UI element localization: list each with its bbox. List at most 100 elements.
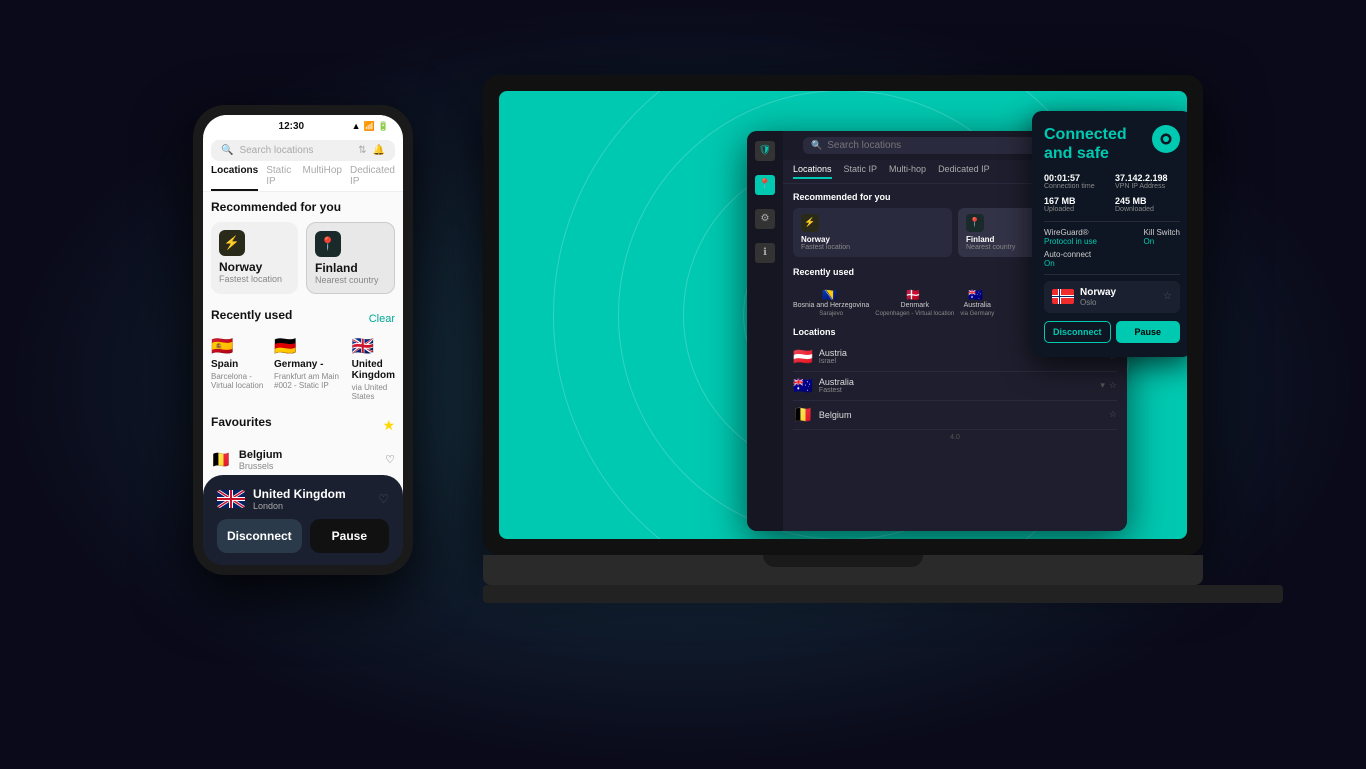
phone-tab-multihop[interactable]: MultiHop — [303, 165, 342, 191]
desktop-rec-norway-sub: Fastest location — [801, 244, 944, 251]
phone-search-bar[interactable]: 🔍 Search locations ⇅ 🔔 — [211, 140, 395, 161]
connected-location-name: Norway — [1080, 287, 1116, 298]
belgium-flag-icon: 🇧🇪 — [793, 405, 813, 425]
denmark-flag: 🇩🇰 — [906, 288, 924, 300]
location-star-icon[interactable]: ☆ — [1163, 291, 1172, 302]
phone-recent-spain[interactable]: 🇪🇸 Spain Barcelona - Virtual location — [211, 336, 264, 401]
phone-fav-belgium-name: Belgium — [239, 449, 282, 461]
phone-connected-location-name: United Kingdom — [253, 487, 346, 501]
australia-star-icon[interactable]: ☆ — [1109, 380, 1117, 391]
protocol-label-text: Protocol in use — [1044, 237, 1097, 246]
downloaded-label: Downloaded — [1115, 206, 1180, 213]
phone-recent-spain-sub: Barcelona - Virtual location — [211, 372, 264, 390]
desktop-recent-australia[interactable]: 🇦🇺 Australia via Germany — [960, 288, 994, 317]
desktop-tab-dedicatedip[interactable]: Dedicated IP — [938, 164, 990, 179]
laptop-screen: 🛡 📍 ⚙ ℹ — [483, 75, 1203, 555]
desktop-tab-locations[interactable]: Locations — [793, 164, 832, 179]
phone-sort-icon[interactable]: ⇅ — [358, 145, 366, 156]
phone-fav-belgium-sub: Brussels — [239, 461, 282, 471]
phone-search-actions: ⇅ 🔔 — [358, 145, 385, 156]
phone-content: Recommended for you ⚡ Norway Fastest loc… — [203, 192, 403, 517]
phone-recent-uk[interactable]: 🇬🇧 United Kingdom via United States — [352, 336, 395, 401]
sidebar-icon-info[interactable]: ℹ — [755, 243, 775, 263]
desktop-tab-multihop[interactable]: Multi-hop — [889, 164, 926, 179]
desktop-pause-button[interactable]: Pause — [1116, 321, 1181, 343]
phone-fav-title: Favourites — [211, 415, 272, 429]
stats-grid: 00:01:57 Connection time 37.142.2.198 VP… — [1044, 173, 1180, 213]
connection-time-stat: 00:01:57 Connection time — [1044, 173, 1109, 190]
sidebar-icon-shield[interactable]: 🛡 — [755, 141, 775, 161]
phone-recent-header: Recently used Clear — [211, 308, 395, 330]
phone-connected-location-info: United Kingdom London — [253, 487, 346, 511]
desktop-location-belgium[interactable]: 🇧🇪 Belgium ☆ — [793, 401, 1117, 430]
laptop-foot — [483, 585, 1283, 603]
phone-body: 12:30 ▲ 📶 🔋 🔍 Search locations ⇅ 🔔 — [193, 105, 413, 575]
connection-time-label: Connection time — [1044, 183, 1109, 190]
desktop-disconnect-button[interactable]: Disconnect — [1044, 321, 1111, 343]
phone-fav-header: Favourites ★ — [211, 415, 395, 437]
sidebar-icon-location[interactable]: 📍 — [755, 175, 775, 195]
uploaded-label: Uploaded — [1044, 206, 1109, 213]
phone-pin-icon: 📍 — [315, 231, 341, 257]
phone-connected-location-sub: London — [253, 501, 346, 511]
norway-flag-icon — [1052, 289, 1074, 304]
vpn-ip-label: VPN IP Address — [1115, 183, 1180, 190]
scene: 🛡 📍 ⚙ ℹ — [133, 45, 1233, 725]
austria-name: Austria — [819, 348, 847, 358]
phone-recommended-grid: ⚡ Norway Fastest location 📍 Finland Near… — [211, 222, 395, 294]
phone-status-bar: 12:30 ▲ 📶 🔋 — [203, 115, 403, 136]
desktop-location-australia-info: Australia Fastest — [819, 377, 854, 394]
downloaded-stat: 245 MB Downloaded — [1115, 196, 1180, 213]
pin-icon: 📍 — [966, 214, 984, 232]
battery-icon: 🔋 — [378, 121, 389, 132]
phone-recent-germany[interactable]: 🇩🇪 Germany - Frankfurt am Main #002 - St… — [274, 336, 342, 401]
phone-tab-staticip[interactable]: Static IP — [266, 165, 294, 191]
vpn-ip-stat: 37.142.2.198 VPN IP Address — [1115, 173, 1180, 190]
phone-tab-locations[interactable]: Locations — [211, 165, 258, 191]
connection-time-value: 00:01:57 — [1044, 173, 1109, 183]
laptop: 🛡 📍 ⚙ ℹ — [483, 75, 1203, 655]
phone-tab-dedicatedip[interactable]: Dedicated IP — [350, 165, 395, 191]
laptop-base — [483, 555, 1203, 585]
autoconnect-name: Auto-connect — [1044, 250, 1091, 259]
desktop-location-belgium-left: 🇧🇪 Belgium — [793, 405, 851, 425]
desktop-recent-australia-sub: via Germany — [960, 311, 994, 317]
phone-rec-finland[interactable]: 📍 Finland Nearest country — [306, 222, 395, 294]
desktop-rec-norway[interactable]: ⚡ Norway Fastest location — [793, 208, 952, 257]
bosnia-flag: 🇧🇦 — [822, 288, 840, 300]
connected-action-buttons: Disconnect Pause — [1044, 321, 1180, 343]
phone-bell-icon[interactable]: 🔔 — [373, 145, 385, 156]
australia-flag: 🇦🇺 — [968, 288, 986, 300]
australia-flag-icon2: 🇦🇺 — [793, 376, 813, 396]
phone-search-placeholder: Search locations — [239, 145, 313, 156]
desktop-recent-bosnia[interactable]: 🇧🇦 Bosnia and Herzegovina Sarajevo — [793, 288, 869, 317]
connected-title: Connectedand safe — [1044, 125, 1127, 163]
phone-clear-btn[interactable]: Clear — [369, 313, 395, 325]
desktop-location-austria-info: Austria Israel — [819, 348, 847, 365]
uploaded-stat: 167 MB Uploaded — [1044, 196, 1109, 213]
austria-sub: Israel — [819, 358, 847, 365]
phone-rec-norway[interactable]: ⚡ Norway Fastest location — [211, 222, 298, 294]
connected-overlay-star[interactable]: ♡ — [378, 492, 389, 506]
autoconnect-info: Auto-connect On — [1044, 250, 1091, 268]
belgium-flag-phone: 🇧🇪 — [211, 450, 231, 470]
sidebar-icon-settings[interactable]: ⚙ — [755, 209, 775, 229]
desktop-rec-norway-name: Norway — [801, 235, 944, 244]
desktop-search-input[interactable] — [827, 140, 1035, 151]
phone-recommended-title: Recommended for you — [211, 200, 395, 214]
desktop-search-bar[interactable]: 🔍 — [803, 137, 1044, 154]
desktop-location-australia[interactable]: 🇦🇺 Australia Fastest ▾ ☆ — [793, 372, 1117, 401]
fav-heart-icon: ♡ — [385, 453, 395, 466]
desktop-recent-denmark[interactable]: 🇩🇰 Denmark Copenhagen - Virtual location — [875, 288, 954, 317]
desktop-location-australia-left: 🇦🇺 Australia Fastest — [793, 376, 854, 396]
kill-switch-info: Kill Switch On — [1144, 228, 1180, 246]
phone-fav-belgium[interactable]: 🇧🇪 Belgium Brussels ♡ — [211, 443, 395, 478]
phone-pause-button[interactable]: Pause — [310, 519, 389, 553]
belgium-star-icon[interactable]: ☆ — [1109, 409, 1117, 420]
phone-tabs: Locations Static IP MultiHop Dedicated I… — [203, 165, 403, 192]
phone-disconnect-button[interactable]: Disconnect — [217, 519, 302, 553]
phone-fav-belgium-info: Belgium Brussels — [239, 449, 282, 471]
desktop-tab-staticip[interactable]: Static IP — [844, 164, 878, 179]
lightning-icon: ⚡ — [801, 214, 819, 232]
australia-expand-icon[interactable]: ▾ — [1100, 380, 1105, 391]
